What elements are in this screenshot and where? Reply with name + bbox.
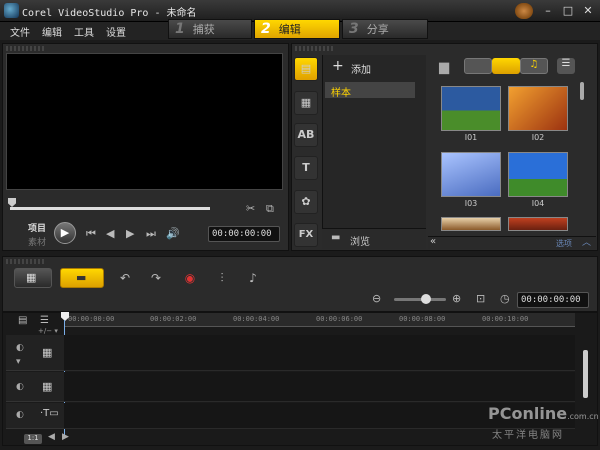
overlay-track-icon: ▦ <box>42 380 53 393</box>
thumbnail[interactable] <box>441 217 501 231</box>
add-folder-button[interactable]: 添加 <box>351 61 371 76</box>
maximize-icon[interactable]: □ <box>560 4 576 18</box>
enable-track-icon[interactable]: ◐ <box>16 343 24 353</box>
timeline-timecode[interactable]: 00:00:00:00 <box>517 292 589 308</box>
zoom-out-icon[interactable]: ⊖ <box>372 292 381 305</box>
storyboard-icon: ▦ <box>26 271 37 284</box>
audio-mixer-icon[interactable]: ⫶ <box>212 268 232 288</box>
track-expand-icon[interactable]: ▾ <box>16 357 21 367</box>
timeline-view-icon: ▬ <box>76 271 87 284</box>
go-start-icon[interactable]: ⏮ <box>86 227 96 241</box>
ruler-tick-label: 00:00:06:00 <box>316 315 363 323</box>
title-track-icon: ·T▭ <box>40 408 59 419</box>
library-scrollbar[interactable] <box>580 82 584 100</box>
tab-edit[interactable]: 2 编辑 <box>254 19 340 39</box>
scrubber-bar[interactable] <box>10 207 210 210</box>
track-manager-icon[interactable]: ☰ <box>40 315 49 326</box>
scroll-right-icon[interactable]: ▶ <box>62 432 69 442</box>
volume-icon[interactable]: 🔊 <box>166 227 180 240</box>
close-icon[interactable]: ✕ <box>580 4 596 18</box>
redo-icon[interactable]: ↷ <box>146 268 166 288</box>
filter-tab-icon[interactable]: FX <box>294 223 318 247</box>
zoom-slider-track[interactable] <box>394 298 446 301</box>
go-end-icon[interactable]: ⏭ <box>146 227 156 241</box>
mode-project-label[interactable]: 项目 <box>28 221 46 234</box>
media-tab-icon[interactable]: ▤ <box>294 57 318 81</box>
video-track[interactable] <box>64 335 575 371</box>
watermark-subtitle: 太平洋电脑网 <box>492 430 564 441</box>
watermark-brand: PConline.com.cn <box>488 404 599 423</box>
clock-icon: ◷ <box>500 292 510 305</box>
add-remove-chapter-icon[interactable]: +/− ▾ <box>38 327 58 335</box>
video-track-icon: ▦ <box>42 346 53 359</box>
thumbnail[interactable] <box>508 217 568 231</box>
options-button[interactable]: 选项 <box>556 238 572 249</box>
scroll-left-icon[interactable]: ◀ <box>48 432 55 442</box>
browse-button[interactable]: 浏览 <box>350 233 370 248</box>
player-timecode[interactable]: 00:00:00:00 <box>208 226 280 242</box>
menu-settings[interactable]: 设置 <box>106 24 126 39</box>
ruler-tick-label: 00:00:10:00 <box>482 315 529 323</box>
fit-project-icon[interactable]: ⊡ <box>476 292 485 305</box>
tab-share[interactable]: 3 分享 <box>342 19 428 39</box>
graphic-tab-icon[interactable]: ✿ <box>294 190 318 214</box>
thumbnail-label: I04 <box>531 199 545 208</box>
thumbnail[interactable] <box>508 152 568 197</box>
preview-window <box>6 53 283 190</box>
overlay-track-header <box>6 372 64 402</box>
auto-music-icon[interactable]: ♪ <box>243 268 263 288</box>
app-logo-icon <box>4 3 19 18</box>
ruler-tick-label: 00:00:00:00 <box>68 315 115 323</box>
transition-ab-icon[interactable]: AB <box>294 123 318 147</box>
panel-grip[interactable] <box>295 46 335 51</box>
menu-edit[interactable]: 编辑 <box>42 24 62 39</box>
help-icon[interactable] <box>515 3 533 19</box>
cut-icon[interactable]: ✂ <box>246 202 255 215</box>
filter-audio-button[interactable]: ♫ <box>520 58 548 74</box>
filter-photo-button[interactable] <box>492 58 520 74</box>
enable-track-icon[interactable]: ◐ <box>16 410 24 420</box>
timeline-scrollbar[interactable] <box>583 350 588 398</box>
play-button[interactable]: ▶ <box>54 222 76 244</box>
ruler-tick-label: 00:00:04:00 <box>233 315 280 323</box>
mode-clip-label[interactable]: 素材 <box>28 235 46 248</box>
folder-icon[interactable]: ▆ <box>439 60 449 75</box>
thumbnail[interactable] <box>441 86 501 131</box>
ruler-tick-label: 00:00:08:00 <box>399 315 446 323</box>
thumbnail-label: I03 <box>464 199 478 208</box>
menu-file[interactable]: 文件 <box>10 24 30 39</box>
add-folder-icon[interactable]: + <box>332 58 344 74</box>
transition-tab-icon[interactable]: ▦ <box>294 91 318 115</box>
next-frame-icon[interactable]: ▶ <box>126 227 134 240</box>
thumbnail-label: I02 <box>531 133 545 142</box>
folder-item-sample[interactable]: 样本 <box>325 82 415 99</box>
browse-icon[interactable]: ▬ <box>331 232 340 243</box>
enable-track-icon[interactable]: ◐ <box>16 382 24 392</box>
thumbnail-label: I01 <box>464 133 478 142</box>
filter-video-button[interactable] <box>464 58 492 74</box>
thumbnail[interactable] <box>508 86 568 131</box>
zoom-in-icon[interactable]: ⊕ <box>452 292 461 305</box>
menu-tools[interactable]: 工具 <box>74 24 94 39</box>
panel-grip[interactable] <box>6 259 46 264</box>
copy-icon[interactable]: ⧉ <box>266 202 274 216</box>
video-track-header <box>6 335 64 371</box>
list-view-icon[interactable]: ☰ <box>557 58 575 74</box>
panel-grip[interactable] <box>6 46 46 51</box>
zoom-slider-handle[interactable] <box>421 294 431 304</box>
expand-options-icon[interactable]: ︿ <box>582 235 591 248</box>
record-capture-icon[interactable]: ◉ <box>180 268 200 288</box>
window-title: Corel VideoStudio Pro - 未命名 <box>22 8 197 19</box>
prev-frame-icon[interactable]: ◀ <box>106 227 114 240</box>
tab-capture[interactable]: 1 捕获 <box>168 19 252 39</box>
minimize-icon[interactable]: – <box>540 4 556 18</box>
title-tab-icon[interactable]: T <box>294 156 318 180</box>
show-all-tracks-icon[interactable]: ▤ <box>18 315 27 326</box>
zoom-timeline-icon[interactable]: 1:1 <box>24 434 42 444</box>
collapse-icon[interactable]: « <box>430 236 436 247</box>
overlay-track[interactable] <box>64 372 575 402</box>
ruler-tick-label: 00:00:02:00 <box>150 315 197 323</box>
thumbnail[interactable] <box>441 152 501 197</box>
undo-icon[interactable]: ↶ <box>115 268 135 288</box>
